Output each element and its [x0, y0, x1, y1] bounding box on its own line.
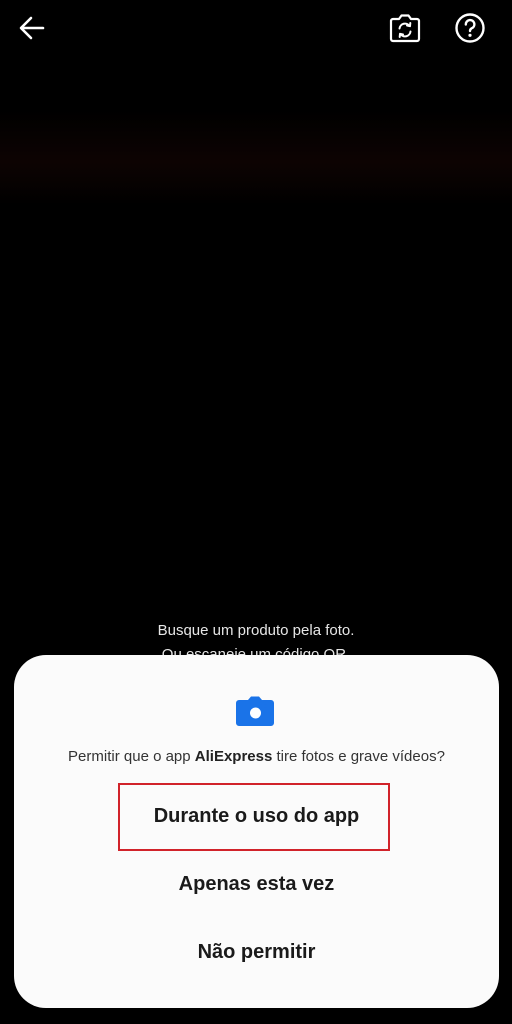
help-circle-icon — [455, 13, 485, 43]
camera-flip-icon — [389, 14, 421, 43]
back-button[interactable] — [10, 6, 54, 50]
permission-dialog: Permitir que o app AliExpress tire fotos… — [14, 655, 499, 1008]
help-button[interactable] — [448, 6, 492, 50]
arrow-left-icon — [19, 16, 45, 40]
allow-once-button[interactable]: Apenas esta vez — [14, 873, 499, 896]
camera-icon — [236, 696, 274, 726]
camera-hint-text: Busque um produto pela foto. — [157, 622, 355, 639]
prompt-suffix: tire fotos e grave vídeos? — [272, 748, 445, 765]
allow-while-using-button[interactable]: Durante o uso do app — [14, 805, 499, 828]
permission-prompt: Permitir que o app AliExpress tire fotos… — [14, 748, 499, 765]
switch-camera-button[interactable] — [383, 6, 427, 50]
camera-screen: Busque um produto pela foto. Ou escaneie… — [0, 0, 512, 1024]
camera-preview-glow — [0, 110, 512, 205]
prompt-prefix: Permitir que o app — [68, 748, 195, 765]
deny-button[interactable]: Não permitir — [14, 941, 499, 964]
app-name: AliExpress — [194, 748, 273, 765]
